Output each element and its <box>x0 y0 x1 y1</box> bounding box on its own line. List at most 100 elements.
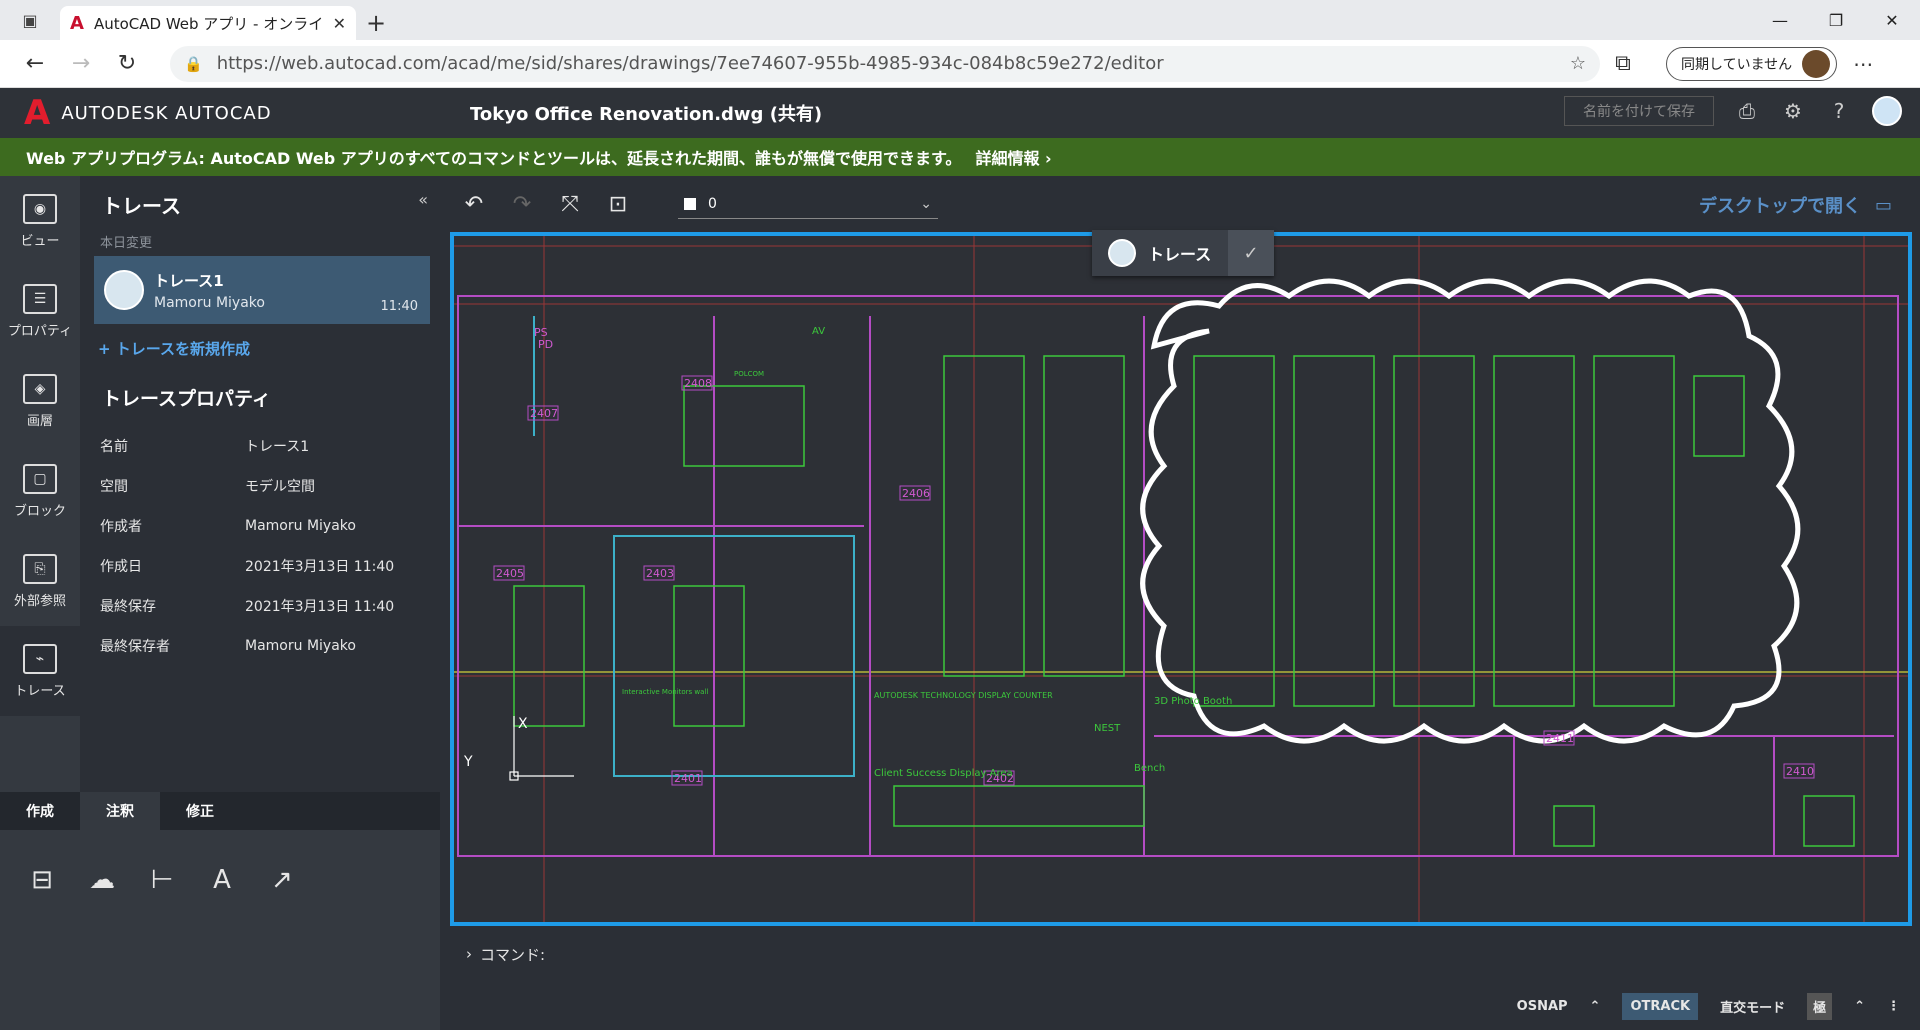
url-field[interactable]: 🔒 https://web.autocad.com/acad/me/sid/sh… <box>170 45 1600 82</box>
ucs-axis-labels: Y X <box>463 716 528 770</box>
autocad-favicon-icon: A <box>70 12 84 34</box>
undo-icon[interactable]: ↶ <box>450 184 498 224</box>
forward-button[interactable]: → <box>58 44 104 84</box>
leader-tool-icon[interactable]: ↗ <box>262 860 302 900</box>
check-icon[interactable]: ✓ <box>1228 230 1274 276</box>
rail-item-xref[interactable]: ⎘ 外部参照 <box>0 536 80 626</box>
rail-label: プロパティ <box>7 323 73 339</box>
help-icon[interactable]: ? <box>1826 99 1852 123</box>
zoom-window-icon[interactable]: ⊡ <box>594 184 642 224</box>
trace-owner-avatar <box>1108 239 1136 267</box>
drawing-canvas[interactable]: 2408 2407 2405 2403 2402 2401 2411 2410 … <box>450 232 1912 926</box>
back-button[interactable]: ← <box>12 44 58 84</box>
text-tool-icon[interactable]: A <box>202 860 242 900</box>
command-line[interactable]: › コマンド: <box>450 934 1912 974</box>
prop-key: 最終保存者 <box>100 639 170 655</box>
rail-item-block[interactable]: ▢ ブロック <box>0 446 80 536</box>
left-rail: ◉ ビュー ☰ プロパティ ◈ 画層 ▢ ブロック ⎘ 外部参照 ⌁ トレース <box>0 176 80 792</box>
trace-owner: Mamoru Miyako <box>154 294 265 311</box>
new-tab-button[interactable]: + <box>356 6 396 40</box>
prop-value: 2021年3月13日 11:40 <box>245 559 395 575</box>
sync-button[interactable]: 同期していません <box>1666 46 1838 81</box>
close-window-button[interactable]: ✕ <box>1864 0 1920 40</box>
room-number: 2408 <box>684 377 712 390</box>
chevron-up-icon[interactable]: ⌃ <box>1590 999 1601 1014</box>
osnap-toggle[interactable]: OSNAP <box>1517 999 1568 1014</box>
more-menu-icon[interactable]: ⋯ <box>1853 52 1873 76</box>
autocad-brand: A AUTODESK AUTOCAD <box>0 93 470 133</box>
browser-tab[interactable]: A AutoCAD Web アプリ - オンライン C ✕ <box>60 6 356 40</box>
plan-label: Bench <box>1134 763 1165 774</box>
polar-toggle[interactable]: 極 <box>1807 992 1833 1020</box>
new-trace-link[interactable]: + トレースを新規作成 <box>98 338 250 359</box>
profile-avatar <box>1802 49 1831 78</box>
prop-key: 作成日 <box>100 559 142 575</box>
measure-tool-icon[interactable]: ⊟ <box>22 860 62 900</box>
rail-label: 画層 <box>26 413 53 429</box>
rail-item-trace[interactable]: ⌁ トレース <box>0 626 80 716</box>
close-tab-icon[interactable]: ✕ <box>333 14 346 33</box>
maximize-button[interactable]: ❐ <box>1808 0 1864 40</box>
annotation-tools: ⊟ ☁ ⊢ A ↗ <box>0 830 440 1030</box>
address-bar: ← → ↻ 🔒 https://web.autocad.com/acad/me/… <box>0 40 1920 88</box>
prop-key: 空間 <box>100 479 128 495</box>
trace-properties-title: トレースプロパティ <box>102 388 271 410</box>
room-label: PD <box>538 338 553 351</box>
properties-icon: ☰ <box>23 283 57 314</box>
trace-properties: 名前 トレース1 空間 モデル空間 作成者 Mamoru Miyako 作成日 2021… <box>100 426 430 666</box>
trace-time: 11:40 <box>380 299 418 314</box>
rail-item-layers[interactable]: ◈ 画層 <box>0 356 80 446</box>
redo-icon[interactable]: ↷ <box>498 184 546 224</box>
prop-value: モデル空間 <box>245 479 315 495</box>
user-avatar[interactable] <box>1872 96 1902 126</box>
save-as-button[interactable]: 名前を付けて保存 <box>1564 96 1714 126</box>
panel-title: トレース <box>102 194 181 218</box>
room-number: 2407 <box>530 407 558 420</box>
room-number: 2403 <box>646 567 674 580</box>
chevron-up-icon[interactable]: ⌃ <box>1854 999 1865 1014</box>
status-bar: OSNAP ⌃ OTRACK 直交モード 極 ⌃ ⋮ <box>440 986 1920 1026</box>
tab-modify[interactable]: 修正 <box>160 792 240 830</box>
header-actions: 名前を付けて保存 ⎙ ⚙ ? <box>1564 96 1902 126</box>
rail-item-properties[interactable]: ☰ プロパティ <box>0 266 80 356</box>
collapse-panel-icon[interactable]: « <box>418 190 428 209</box>
trace-name: トレース1 <box>154 271 224 290</box>
trace-tag[interactable]: トレース ✓ <box>1092 230 1274 276</box>
layer-dropdown[interactable]: 0 ⌄ <box>678 189 938 219</box>
prop-row: 名前 トレース1 <box>100 426 430 466</box>
layers-icon: ◈ <box>23 373 57 404</box>
print-icon[interactable]: ⎙ <box>1734 99 1760 123</box>
lock-icon: 🔒 <box>184 54 203 73</box>
collections-icon[interactable]: ⧉ <box>1600 44 1646 84</box>
rail-item-view[interactable]: ◉ ビュー <box>0 176 80 266</box>
dimension-tool-icon[interactable]: ⊢ <box>142 860 182 900</box>
prop-value: 2021年3月13日 11:40 <box>245 599 395 615</box>
open-in-desktop-button[interactable]: デスクトップで開く ▭ <box>1699 192 1892 218</box>
plan-label: POLCOM <box>734 370 764 378</box>
plan-label: NEST <box>1094 723 1121 734</box>
window-menu-icon[interactable]: ▣ <box>0 0 60 40</box>
rail-label: トレース <box>14 683 66 699</box>
otrack-toggle[interactable]: OTRACK <box>1622 992 1699 1020</box>
banner-details-link[interactable]: 詳細情報 › <box>975 145 1051 169</box>
zoom-extents-icon[interactable]: ⤧ <box>546 184 594 224</box>
favorite-icon[interactable]: ☆ <box>1570 53 1586 74</box>
room-number: 2405 <box>496 567 524 580</box>
tab-annotate[interactable]: 注釈 <box>80 792 160 830</box>
autodesk-logo-icon: A <box>24 93 52 133</box>
reload-button[interactable]: ↻ <box>104 44 150 84</box>
room-number: 2406 <box>902 487 930 500</box>
prop-row: 最終保存者 Mamoru Miyako <box>100 626 430 666</box>
trace-tag-label: トレース <box>1148 245 1212 264</box>
prop-key: 最終保存 <box>100 599 156 615</box>
ortho-toggle[interactable]: 直交モード <box>1720 997 1785 1016</box>
revcloud-tool-icon[interactable]: ☁ <box>82 860 122 900</box>
more-vertical-icon[interactable]: ⋮ <box>1887 999 1900 1014</box>
app-header: A AUTODESK AUTOCAD Tokyo Office Renovati… <box>0 88 1920 138</box>
tab-create[interactable]: 作成 <box>0 792 80 830</box>
tool-tabs: 作成 注釈 修正 <box>0 792 440 830</box>
trace-list-item[interactable]: トレース1 Mamoru Miyako 11:40 <box>94 256 430 324</box>
gear-icon[interactable]: ⚙ <box>1780 99 1806 123</box>
minimize-button[interactable]: — <box>1752 0 1808 40</box>
window-controls: — ❐ ✕ <box>1752 0 1920 40</box>
